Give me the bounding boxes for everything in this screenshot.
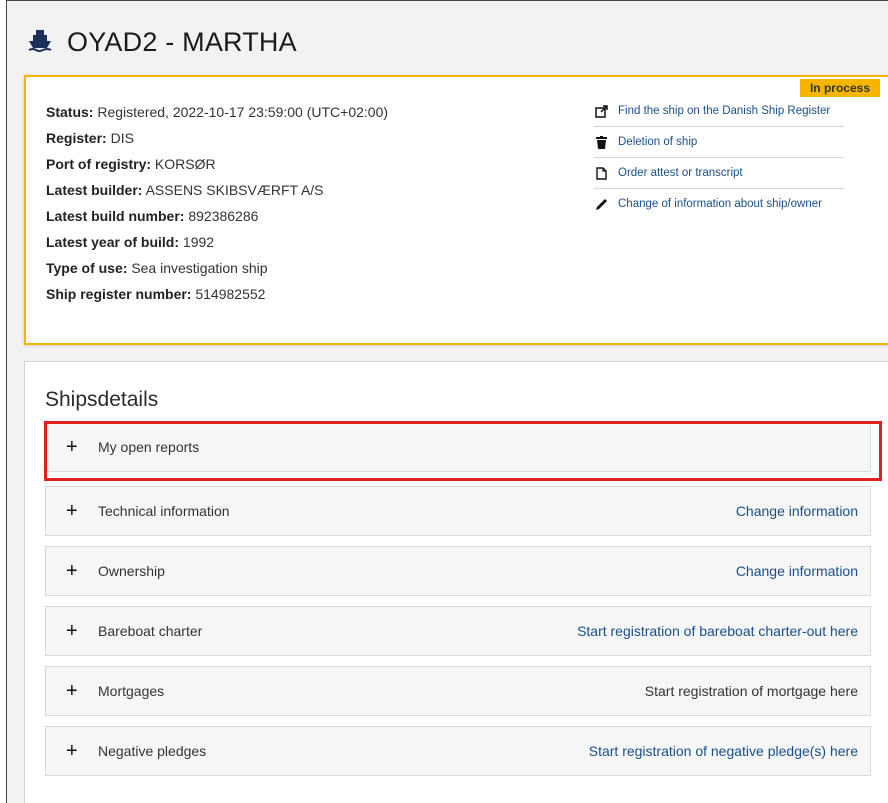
change-technical-info-link[interactable]: Change information — [736, 503, 858, 519]
accordion-label: Negative pledges — [98, 743, 207, 759]
accordion-mortgages[interactable]: + Mortgages Start registration of mortga… — [45, 666, 871, 716]
delete-ship-link[interactable]: Deletion of ship — [594, 127, 844, 158]
fact-label: Status: — [46, 104, 94, 120]
order-attest-link[interactable]: Order attest or transcript — [594, 158, 844, 189]
fact-type-of-use: Type of use: Sea investigation ship — [46, 255, 388, 281]
fact-register-number: Ship register number: 514982552 — [46, 281, 388, 307]
fact-value: Sea investigation ship — [131, 260, 268, 276]
status-box: In process Status: Registered, 2022-10-1… — [24, 75, 888, 345]
accordion-negative-pledges[interactable]: + Negative pledges Start registration of… — [45, 726, 871, 776]
fact-value: 514982552 — [195, 286, 266, 302]
external-link-icon — [594, 104, 608, 118]
details-title: Shipsdetails — [45, 388, 159, 411]
page-title: OYAD2 - MARTHA — [67, 27, 297, 57]
fact-status: Status: Registered, 2022-10-17 23:59:00 … — [46, 99, 388, 125]
accordion-label: Mortgages — [98, 683, 165, 699]
accordion-label: Bareboat charter — [98, 623, 203, 639]
page-header: OYAD2 - MARTHA — [27, 27, 297, 58]
start-negative-pledge-registration-link[interactable]: Start registration of negative pledge(s)… — [589, 743, 858, 759]
accordion-label: My open reports — [98, 439, 200, 455]
start-bareboat-registration-link[interactable]: Start registration of bareboat charter-o… — [577, 623, 858, 639]
fact-builder: Latest builder: ASSENS SKIBSVÆRFT A/S — [46, 177, 388, 203]
expand-icon: + — [66, 620, 78, 642]
expand-icon: + — [66, 680, 78, 702]
change-info-label: Change of information about ship/owner — [618, 198, 822, 210]
trash-icon — [594, 135, 608, 149]
ship-details-panel: Shipsdetails + My open reports + Technic… — [24, 361, 888, 803]
fact-value: DIS — [110, 130, 134, 146]
accordion-ownership[interactable]: + Ownership Change information — [45, 546, 871, 596]
accordion-label: Ownership — [98, 563, 165, 579]
fact-label: Latest build number: — [46, 208, 185, 224]
fact-label: Register: — [46, 130, 107, 146]
expand-icon: + — [66, 500, 78, 522]
fact-build-year: Latest year of build: 1992 — [46, 229, 388, 255]
expand-icon: + — [66, 436, 78, 458]
change-info-link[interactable]: Change of information about ship/owner — [594, 189, 844, 219]
fact-value: 1992 — [182, 234, 215, 250]
page-frame: OYAD2 - MARTHA In process Status: Regist… — [6, 0, 888, 803]
order-attest-label: Order attest or transcript — [618, 167, 743, 179]
start-mortgage-registration-text: Start registration of mortgage here — [644, 683, 858, 699]
fact-label: Port of registry: — [46, 156, 152, 172]
fact-value: Registered, 2022-10-17 23:59:00 (UTC+02:… — [97, 104, 389, 120]
accordion-bareboat-charter[interactable]: + Bareboat charter Start registration of… — [45, 606, 871, 656]
change-ownership-link[interactable]: Change information — [736, 563, 858, 579]
document-icon — [594, 166, 608, 180]
expand-icon: + — [66, 560, 78, 582]
pencil-icon — [594, 197, 608, 211]
fact-port: Port of registry: KORSØR — [46, 151, 388, 177]
fact-value: ASSENS SKIBSVÆRFT A/S — [145, 182, 324, 198]
expand-icon: + — [66, 740, 78, 762]
ship-actions: Find the ship on the Danish Ship Registe… — [594, 96, 844, 219]
delete-ship-label: Deletion of ship — [618, 136, 698, 148]
ship-icon — [27, 27, 67, 58]
accordion-technical-information[interactable]: + Technical information Change informati… — [45, 486, 871, 536]
fact-label: Type of use: — [46, 260, 128, 276]
fact-label: Ship register number: — [46, 286, 192, 302]
fact-label: Latest year of build: — [46, 234, 180, 250]
find-ship-label: Find the ship on the Danish Ship Registe… — [618, 105, 831, 117]
fact-build-number: Latest build number: 892386286 — [46, 203, 388, 229]
accordion-my-open-reports[interactable]: + My open reports — [45, 422, 871, 472]
fact-register: Register: DIS — [46, 125, 388, 151]
accordion-label: Technical information — [98, 503, 230, 519]
fact-value: 892386286 — [188, 208, 259, 224]
fact-label: Latest builder: — [46, 182, 143, 198]
ship-facts: Status: Registered, 2022-10-17 23:59:00 … — [46, 99, 388, 307]
fact-value: KORSØR — [154, 156, 216, 172]
find-ship-link[interactable]: Find the ship on the Danish Ship Registe… — [594, 96, 844, 127]
status-badge: In process — [799, 79, 880, 97]
